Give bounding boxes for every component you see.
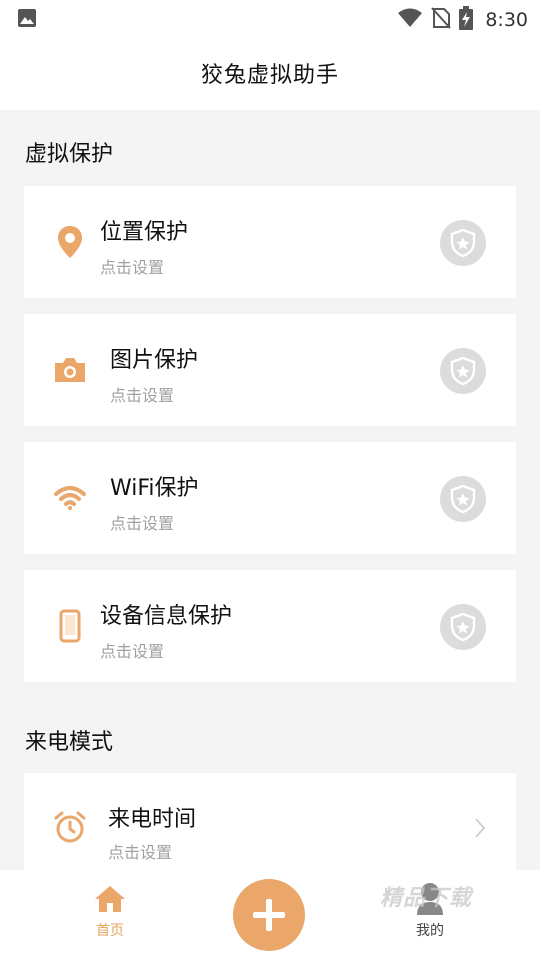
battery-charging-icon xyxy=(459,6,474,34)
shield-toggle-button[interactable] xyxy=(440,604,486,650)
app-bar: 狡兔虚拟助手 xyxy=(0,36,540,110)
card-subtitle: 点击设置 xyxy=(108,843,173,862)
card-subtitle: 点击设置 xyxy=(100,642,165,661)
home-icon xyxy=(95,886,125,912)
phone-device-icon xyxy=(52,608,88,644)
card-title: 来电时间 xyxy=(108,807,197,832)
card-title: WiFi保护 xyxy=(110,476,199,501)
card-location-protection[interactable]: 位置保护 点击设置 xyxy=(24,186,516,298)
location-pin-icon xyxy=(52,224,88,260)
shield-star-icon xyxy=(450,357,476,385)
image-icon xyxy=(17,8,37,32)
section-title-protection: 虚拟保护 xyxy=(25,142,114,167)
alarm-clock-icon xyxy=(52,809,88,845)
status-bar: 8:30 xyxy=(0,0,540,36)
no-sim-icon xyxy=(431,7,452,33)
wifi-icon xyxy=(52,480,88,516)
plus-icon xyxy=(253,899,285,931)
shield-toggle-button[interactable] xyxy=(440,476,486,522)
add-button[interactable] xyxy=(233,879,305,951)
shield-star-icon xyxy=(450,229,476,257)
status-time: 8:30 xyxy=(485,9,528,31)
shield-toggle-button[interactable] xyxy=(440,220,486,266)
tab-home[interactable]: 首页 xyxy=(80,884,140,940)
shield-star-icon xyxy=(450,613,476,641)
tab-home-label: 首页 xyxy=(96,923,124,939)
card-title: 图片保护 xyxy=(110,348,199,373)
watermark: 精品下载 xyxy=(380,885,473,911)
shield-toggle-button[interactable] xyxy=(440,348,486,394)
card-subtitle: 点击设置 xyxy=(110,514,175,533)
card-title: 设备信息保护 xyxy=(100,604,233,629)
section-title-call-mode: 来电模式 xyxy=(25,730,114,755)
card-title: 位置保护 xyxy=(100,220,189,245)
card-picture-protection[interactable]: 图片保护 点击设置 xyxy=(24,314,516,426)
card-device-protection[interactable]: 设备信息保护 点击设置 xyxy=(24,570,516,682)
card-subtitle: 点击设置 xyxy=(100,258,165,277)
card-call-time[interactable]: 来电时间 点击设置 xyxy=(24,773,516,873)
page-title: 狡兔虚拟助手 xyxy=(200,63,339,88)
wifi-icon xyxy=(397,8,423,32)
shield-star-icon xyxy=(450,485,476,513)
chevron-right-icon xyxy=(474,817,486,843)
tab-mine-label: 我的 xyxy=(416,923,444,939)
camera-icon xyxy=(52,352,88,388)
card-wifi-protection[interactable]: WiFi保护 点击设置 xyxy=(24,442,516,554)
card-subtitle: 点击设置 xyxy=(110,386,175,405)
